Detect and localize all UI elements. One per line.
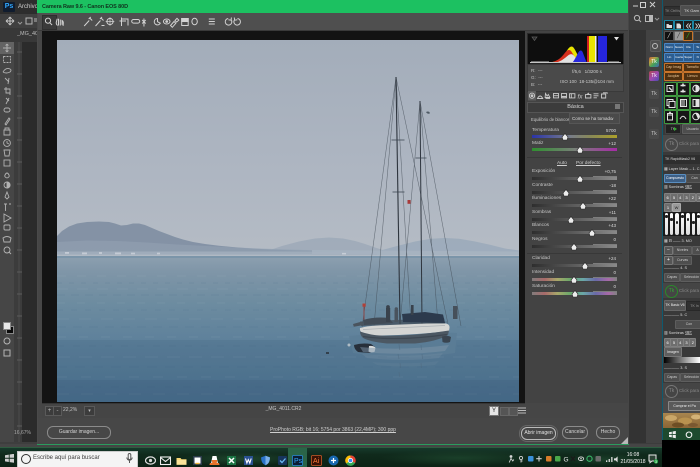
svg-text:G: G (564, 457, 569, 464)
svg-text:fx: fx (578, 93, 584, 100)
svg-text:3: 3 (655, 460, 657, 464)
svg-text:Ps: Ps (294, 458, 303, 465)
svg-text:Ai: Ai (313, 458, 320, 465)
